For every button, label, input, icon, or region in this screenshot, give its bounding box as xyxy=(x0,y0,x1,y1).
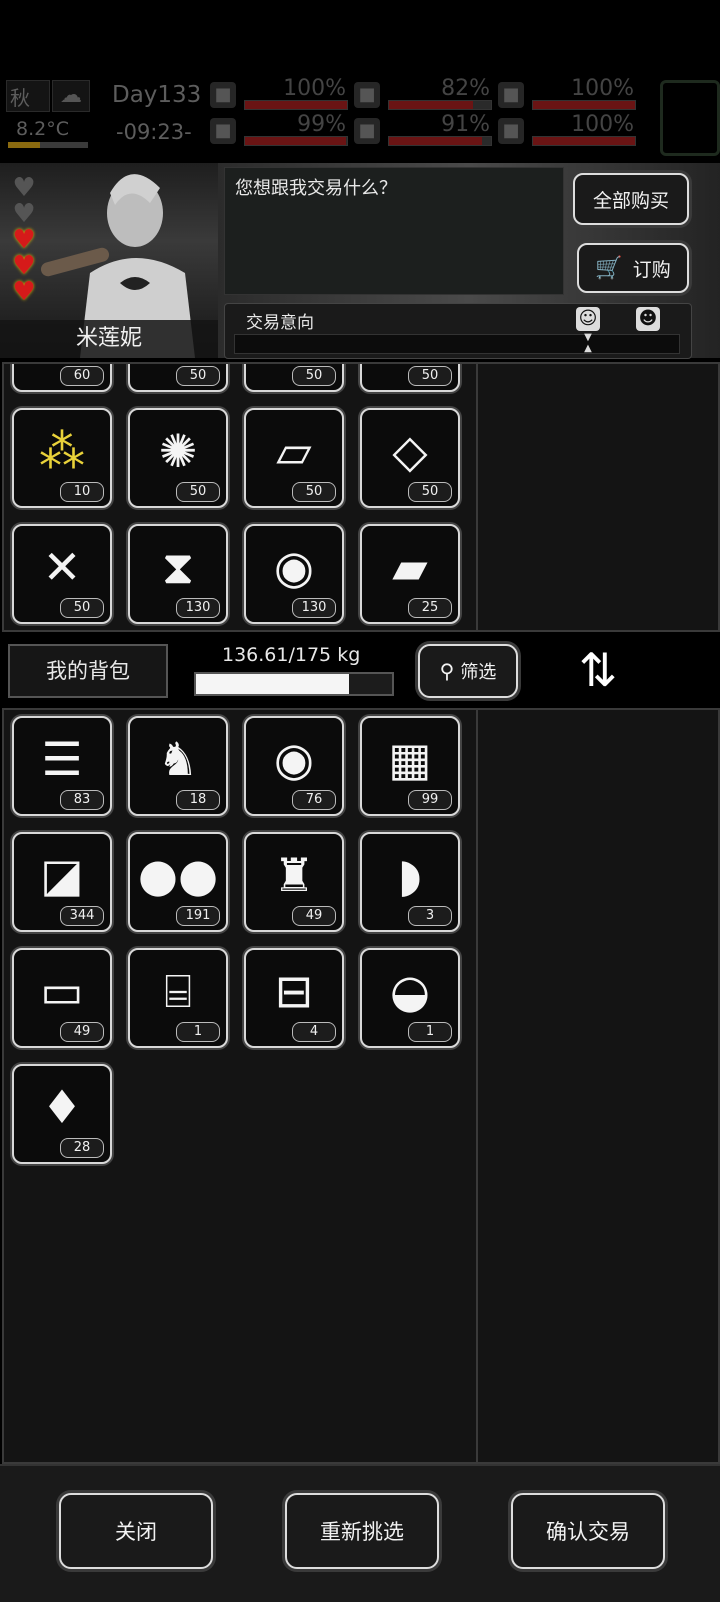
confirm-trade-label: 确认交易 xyxy=(546,1520,630,1544)
tofu-icon: ▭ xyxy=(40,964,84,1018)
burger-icon: ☰ xyxy=(41,732,83,786)
nuts-icon: ●● xyxy=(137,848,219,902)
item-count: 28 xyxy=(60,1138,104,1158)
item-slot[interactable]: ▭ 49 xyxy=(12,948,112,1048)
item-count: 49 xyxy=(292,906,336,926)
item-slot[interactable]: ♜ 49 xyxy=(244,832,344,932)
item-slot[interactable]: ▦ 99 xyxy=(360,716,460,816)
item-count: 76 xyxy=(292,790,336,810)
item-slot[interactable]: ●● 191 xyxy=(128,832,228,932)
item-count: 49 xyxy=(60,1022,104,1042)
bread-icon: ◗ xyxy=(397,848,423,902)
bucket-icon: ♜ xyxy=(273,848,315,902)
confirm-trade-button[interactable]: 确认交易 xyxy=(511,1493,665,1569)
item-slot[interactable]: ⊟ 4 xyxy=(244,948,344,1048)
bottle-icon: ♦ xyxy=(41,1080,83,1134)
cloth-icon: ◪ xyxy=(40,848,84,902)
item-slot[interactable]: ⌸ 1 xyxy=(128,948,228,1048)
item-slot[interactable]: ◉ 76 xyxy=(244,716,344,816)
item-count: 191 xyxy=(176,906,220,926)
player-grid: ☰ 83 ♞ 18 ◉ 76 ▦ 99 ◪ 344 ●● 191 ♜ 49 ◗ 3 ▭ 49 ⌸ 1 ⊟ 4 ◒ 1 ♦ 28 xyxy=(0,0,720,1460)
item-slot[interactable]: ♞ 18 xyxy=(128,716,228,816)
item-count: 83 xyxy=(60,790,104,810)
item-slot[interactable]: ◗ 3 xyxy=(360,832,460,932)
reselect-label: 重新挑选 xyxy=(320,1520,404,1544)
salad-bowl-icon: ◒ xyxy=(389,964,431,1018)
item-count: 99 xyxy=(408,790,452,810)
item-count: 3 xyxy=(408,906,452,926)
item-slot[interactable]: ☰ 83 xyxy=(12,716,112,816)
item-count: 4 xyxy=(292,1022,336,1042)
cookie-tray-icon: ▦ xyxy=(388,732,432,786)
dragon-figurine-icon: ♞ xyxy=(157,732,199,786)
item-slot[interactable]: ◒ 1 xyxy=(360,948,460,1048)
item-count: 18 xyxy=(176,790,220,810)
pickle-jar-icon: ⌸ xyxy=(164,964,192,1018)
item-slot[interactable]: ♦ 28 xyxy=(12,1064,112,1164)
close-button[interactable]: 关闭 xyxy=(59,1493,213,1569)
item-slot[interactable]: ◪ 344 xyxy=(12,832,112,932)
close-label: 关闭 xyxy=(115,1520,157,1544)
item-count: 1 xyxy=(408,1022,452,1042)
item-count: 344 xyxy=(60,906,104,926)
tin-can-icon: ⊟ xyxy=(274,964,314,1018)
reselect-button[interactable]: 重新挑选 xyxy=(285,1493,439,1569)
fabric-roll-icon: ◉ xyxy=(273,732,315,786)
item-count: 1 xyxy=(176,1022,220,1042)
